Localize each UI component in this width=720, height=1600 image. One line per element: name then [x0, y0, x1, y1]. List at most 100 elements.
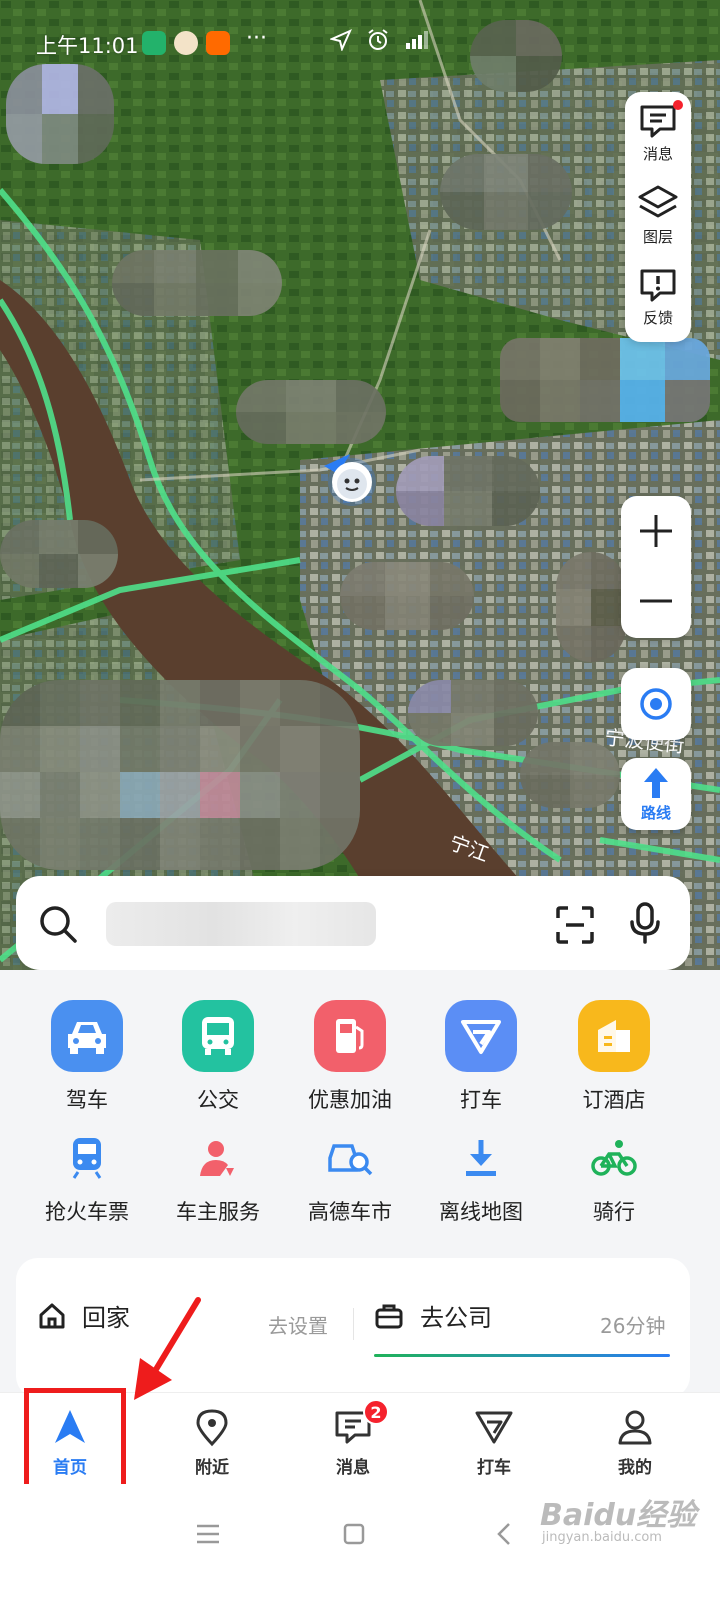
commute-card: 回家 去设置 去公司 26分钟 — [16, 1258, 690, 1398]
hotel-button[interactable]: 订酒店 — [544, 1000, 684, 1114]
briefcase-icon — [375, 1304, 403, 1328]
train-ticket-button[interactable]: 抢火车票 — [17, 1132, 157, 1226]
taxi-icon — [475, 1411, 513, 1444]
fuel-tile — [314, 1000, 386, 1072]
taxi-icon — [461, 1020, 501, 1054]
nav-messages[interactable]: 2 消息 — [303, 1399, 403, 1478]
locate-icon — [640, 688, 672, 720]
search-input[interactable] — [106, 902, 376, 946]
nav-nearby[interactable]: 附近 — [162, 1407, 262, 1478]
nav-label: 我的 — [618, 1458, 652, 1478]
watermark-url: jingyan.baidu.com — [542, 1530, 662, 1545]
status-bar: 上午11:01 ··· — [0, 0, 720, 80]
route-button[interactable]: 路线 — [621, 758, 691, 830]
train-icon — [72, 1138, 102, 1179]
car-market-button[interactable]: 高德车市 — [280, 1132, 420, 1226]
map-tools-panel: 消息 图层 反馈 — [625, 92, 691, 342]
fuel-discount-button[interactable]: 优惠加油 — [280, 1000, 420, 1114]
offline-map-button[interactable]: 离线地图 — [411, 1132, 551, 1226]
shield-app-icon — [142, 31, 166, 55]
feedback-icon — [640, 269, 676, 301]
menu-button[interactable] — [188, 1514, 228, 1554]
map-view[interactable]: 宁江 宁波便街 上午11:01 ··· 消息 图层 反馈 路线 — [0, 0, 720, 1000]
nav-label: 打车 — [477, 1458, 511, 1478]
zoom-in-button[interactable] — [621, 496, 691, 566]
drive-button[interactable]: 驾车 — [17, 1000, 157, 1114]
work-route-traffic-bar — [374, 1354, 670, 1357]
car-owner-service-button[interactable]: 车主服务 — [148, 1132, 288, 1226]
car-icon — [68, 1022, 106, 1054]
zoom-panel — [621, 496, 691, 638]
taxi-label: 打车 — [460, 1088, 502, 1112]
status-time: 上午11:01 — [36, 34, 139, 58]
watermark: Baidu经验 jingyan.baidu.com — [540, 1490, 697, 1545]
zoom-out-button[interactable] — [621, 566, 691, 636]
user-icon — [618, 1410, 652, 1445]
mosaic-patch — [0, 680, 360, 870]
taxi-tile — [445, 1000, 517, 1072]
work-eta: 26分钟 — [600, 1314, 666, 1338]
back-button[interactable] — [484, 1514, 524, 1554]
home-icon — [39, 1303, 65, 1328]
home-button[interactable] — [334, 1514, 374, 1554]
bicycle-icon — [591, 1140, 637, 1176]
quick-actions-row: 驾车 公交 优惠加油 打车 订酒店 — [0, 1000, 720, 1120]
plus-icon — [640, 515, 672, 547]
drive-tile — [51, 1000, 123, 1072]
taxi-button[interactable]: 打车 — [411, 1000, 551, 1114]
map-feedback-button[interactable]: 反馈 — [625, 256, 691, 338]
mosaic-patch — [0, 520, 118, 588]
divider — [353, 1308, 354, 1340]
nav-taxi[interactable]: 打车 — [444, 1407, 544, 1478]
cycling-button[interactable]: 骑行 — [544, 1132, 684, 1226]
more-notifications-icon: ··· — [246, 26, 267, 51]
hotel-label: 订酒店 — [582, 1088, 646, 1112]
mi-app-icon — [206, 31, 230, 55]
mosaic-patch — [236, 380, 386, 444]
bus-button[interactable]: 公交 — [148, 1000, 288, 1114]
map-message-button[interactable]: 消息 — [625, 92, 691, 174]
cycling-label: 骑行 — [593, 1200, 635, 1224]
route-label: 路线 — [640, 803, 671, 822]
bus-icon — [202, 1017, 234, 1055]
mosaic-patch — [556, 552, 626, 662]
pin-icon — [196, 1409, 228, 1447]
signal-icon — [406, 31, 428, 49]
mosaic-patch — [408, 680, 538, 746]
nav-label: 消息 — [336, 1458, 370, 1478]
message-icon — [640, 105, 676, 137]
scan-icon[interactable] — [556, 906, 594, 944]
home-setup-link[interactable]: 去设置 — [268, 1310, 328, 1339]
search-icon — [40, 906, 77, 943]
map-tool-label: 反馈 — [642, 308, 673, 327]
status-indicators — [330, 28, 434, 52]
drive-label: 驾车 — [66, 1088, 108, 1112]
search-bar[interactable] — [16, 876, 690, 970]
train-ticket-label: 抢火车票 — [45, 1200, 129, 1224]
microphone-icon[interactable] — [628, 902, 662, 946]
home-label: 回家 — [82, 1304, 130, 1332]
car-owner-service-label: 车主服务 — [176, 1200, 260, 1224]
mosaic-patch — [396, 456, 540, 526]
quick-actions: 驾车 公交 优惠加油 打车 订酒店 抢火车票 车主服务 高德车市 离线地图 骑行 — [0, 970, 720, 1250]
bus-tile — [182, 1000, 254, 1072]
notification-dot — [673, 100, 683, 110]
download-icon — [466, 1140, 496, 1176]
locate-me-button[interactable] — [621, 668, 691, 740]
mosaic-patch — [520, 742, 620, 808]
go-to-work-button[interactable]: 去公司 — [374, 1298, 492, 1333]
fuel-pump-icon — [336, 1019, 364, 1053]
back-icon — [497, 1523, 510, 1545]
map-tool-label: 消息 — [642, 144, 673, 163]
go-home-button[interactable]: 回家 — [38, 1298, 130, 1333]
current-location-marker[interactable] — [320, 452, 380, 512]
mosaic-patch — [500, 338, 710, 422]
watermark-brand: Baidu经验 — [540, 1498, 697, 1533]
hotel-icon — [598, 1020, 630, 1052]
mosaic-patch — [440, 154, 572, 230]
map-layers-button[interactable]: 图层 — [625, 174, 691, 256]
nav-profile[interactable]: 我的 — [585, 1407, 685, 1478]
location-arrow-icon — [330, 29, 352, 51]
mosaic-patch — [112, 250, 282, 316]
menu-icon — [197, 1524, 219, 1544]
